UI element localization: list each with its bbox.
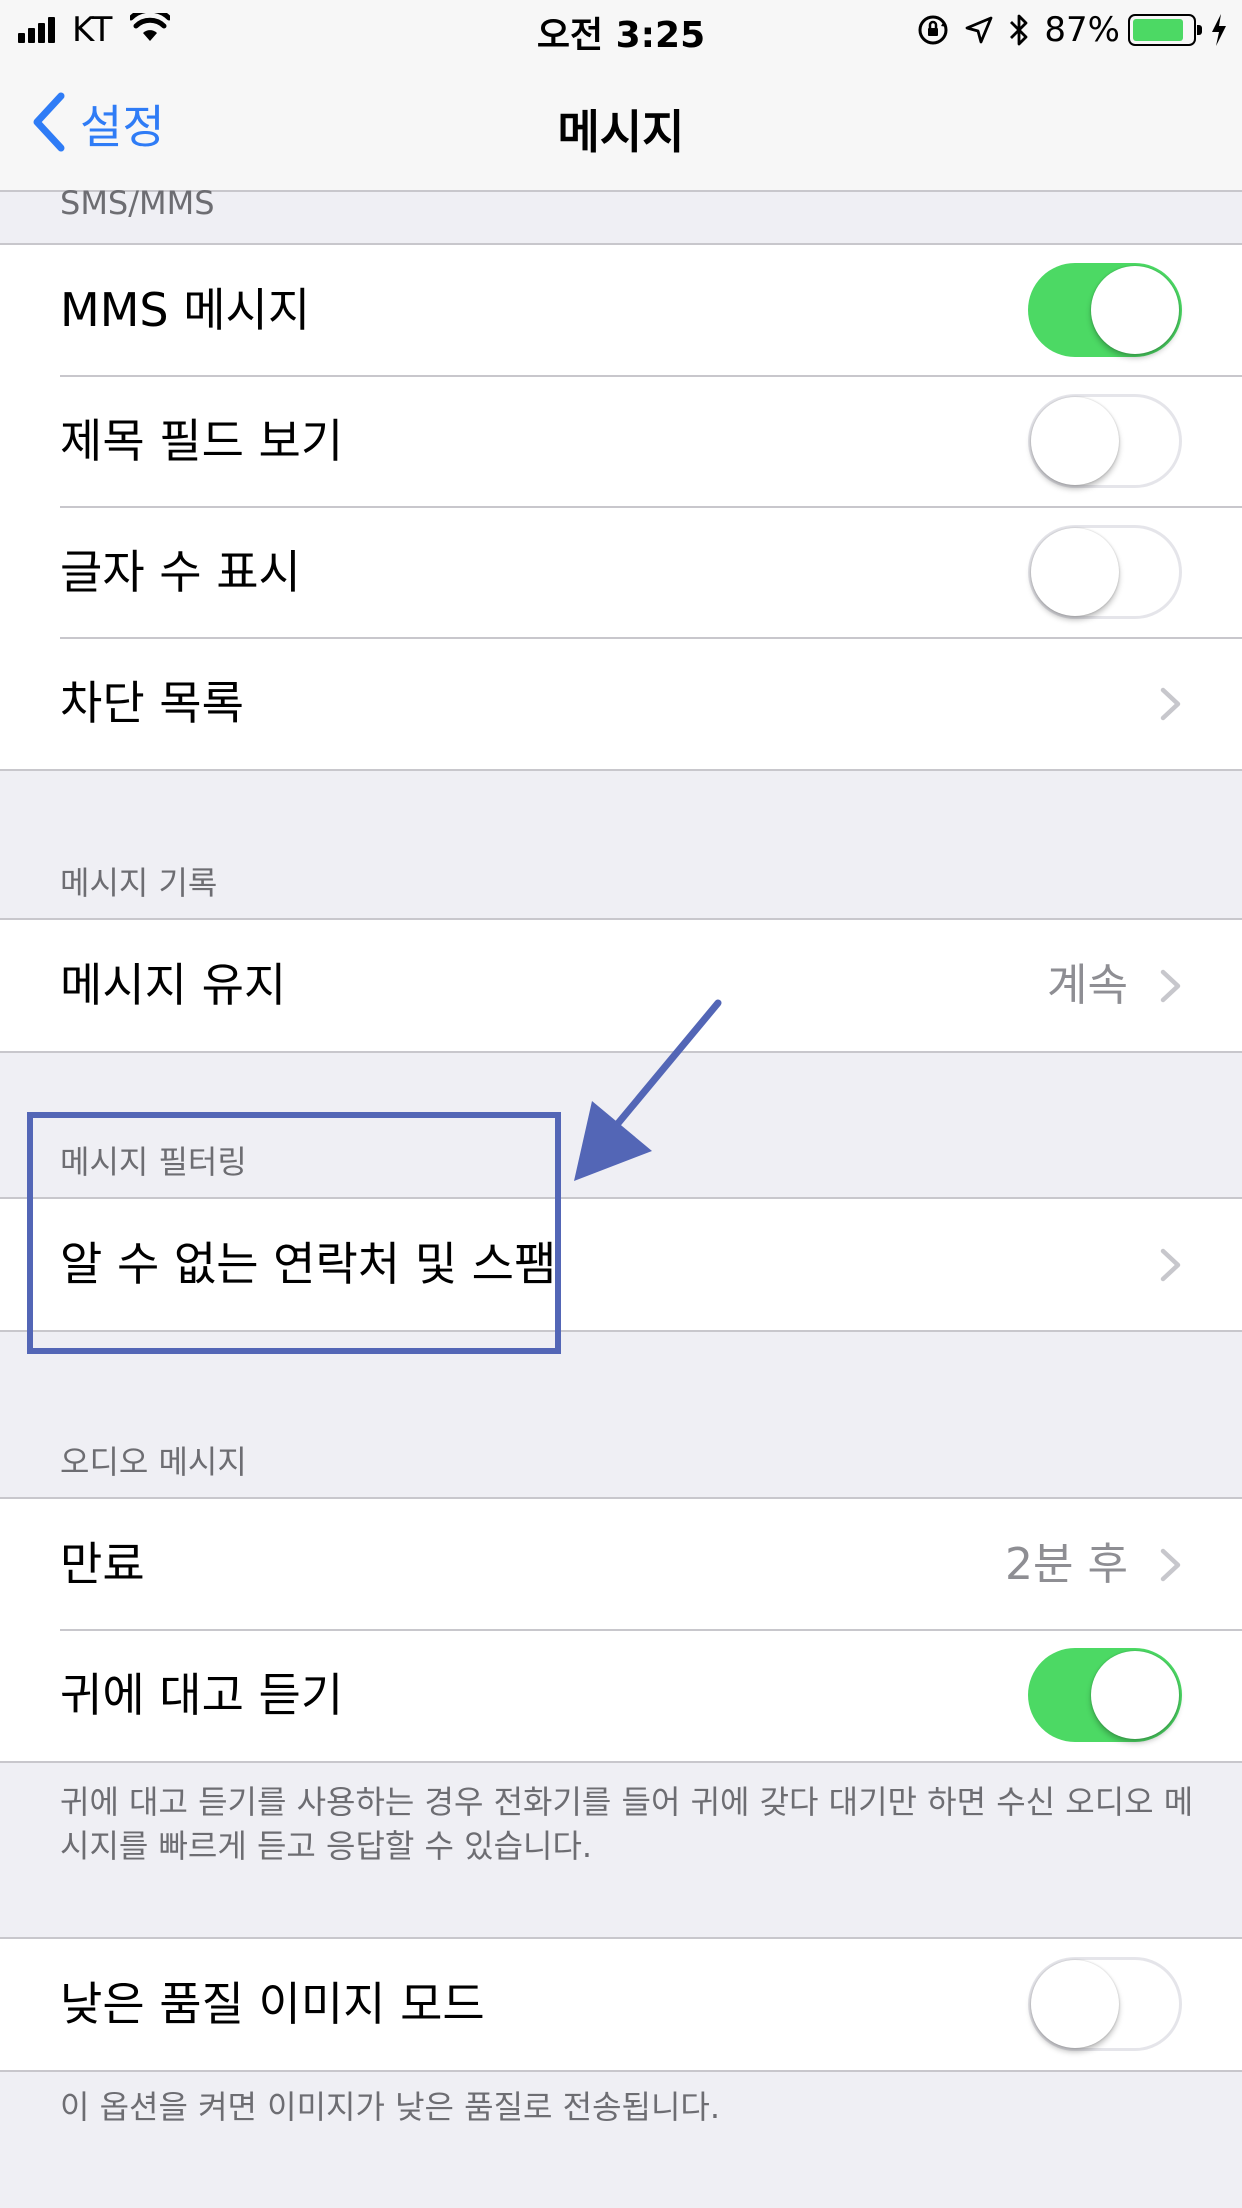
raise-to-listen-toggle[interactable] — [1028, 1648, 1182, 1742]
row-show-subject-field: 제목 필드 보기 — [0, 375, 1242, 507]
status-right: 87% — [902, 8, 1228, 52]
row-value: 계속 — [1047, 960, 1128, 1011]
subject-field-toggle[interactable] — [1028, 394, 1182, 488]
chevron-right-icon — [1160, 1248, 1181, 1282]
status-bar: KT 오전 3:25 87% — [0, 0, 1242, 60]
page-title: 메시지 — [557, 105, 685, 159]
charging-bolt-icon — [1210, 13, 1228, 47]
group-low-quality: 낮은 품질 이미지 모드 — [0, 1937, 1242, 2072]
battery-percent: 87% — [1044, 10, 1120, 50]
row-label: 글자 수 표시 — [60, 545, 301, 599]
row-blocked-list[interactable]: 차단 목록 — [0, 637, 1242, 769]
row-low-quality-image-mode: 낮은 품질 이미지 모드 — [0, 1939, 1242, 2070]
section-header-audio: 오디오 메시지 — [60, 1443, 247, 1481]
row-mms-messaging: MMS 메시지 — [0, 245, 1242, 376]
battery-fill — [1133, 19, 1184, 41]
navigation-bar: 설정 메시지 — [0, 60, 1242, 192]
audio-footer-text: 귀에 대고 듣기를 사용하는 경우 전화기를 들어 귀에 갖다 대기만 하면 수… — [60, 1783, 1194, 1865]
section-header-sms-mms: SMS/MMS — [60, 184, 215, 222]
chevron-right-icon — [1160, 969, 1181, 1003]
chevron-right-icon — [1160, 687, 1181, 721]
battery-icon — [1128, 14, 1202, 46]
row-raise-to-listen: 귀에 대고 듣기 — [0, 1629, 1242, 1761]
row-label: 만료 — [60, 1537, 145, 1591]
location-arrow-icon — [964, 15, 994, 45]
mms-toggle[interactable] — [1028, 263, 1182, 357]
row-label: 제목 필드 보기 — [60, 414, 344, 468]
row-character-count: 글자 수 표시 — [0, 506, 1242, 638]
row-label: 낮은 품질 이미지 모드 — [60, 1977, 485, 2031]
group-sms-mms: MMS 메시지 제목 필드 보기 글자 수 표시 차단 목록 — [0, 243, 1242, 771]
screen: KT 오전 3:25 87% 설정 메시지 SMS/MMS MMS 메시지 제목… — [0, 0, 1242, 2208]
group-audio: 만료 2분 후 귀에 대고 듣기 — [0, 1497, 1242, 1763]
row-expire[interactable]: 만료 2분 후 — [0, 1499, 1242, 1630]
low-quality-footer-text: 이 옵션을 켜면 이미지가 낮은 품질로 전송됩니다. — [60, 2088, 721, 2126]
character-count-toggle[interactable] — [1028, 525, 1182, 619]
orientation-lock-icon — [916, 13, 950, 47]
low-quality-toggle[interactable] — [1028, 1957, 1182, 2051]
row-value: 2분 후 — [1005, 1539, 1128, 1590]
row-label: MMS 메시지 — [60, 283, 311, 337]
bluetooth-icon — [1008, 13, 1030, 47]
chevron-right-icon — [1160, 1548, 1181, 1582]
row-label: 메시지 유지 — [60, 958, 287, 1012]
section-header-history: 메시지 기록 — [60, 864, 218, 902]
annotation-highlight-box — [27, 1112, 561, 1354]
row-label: 귀에 대고 듣기 — [60, 1668, 344, 1722]
annotation-arrow-icon — [574, 999, 722, 1181]
row-label: 차단 목록 — [60, 676, 244, 730]
